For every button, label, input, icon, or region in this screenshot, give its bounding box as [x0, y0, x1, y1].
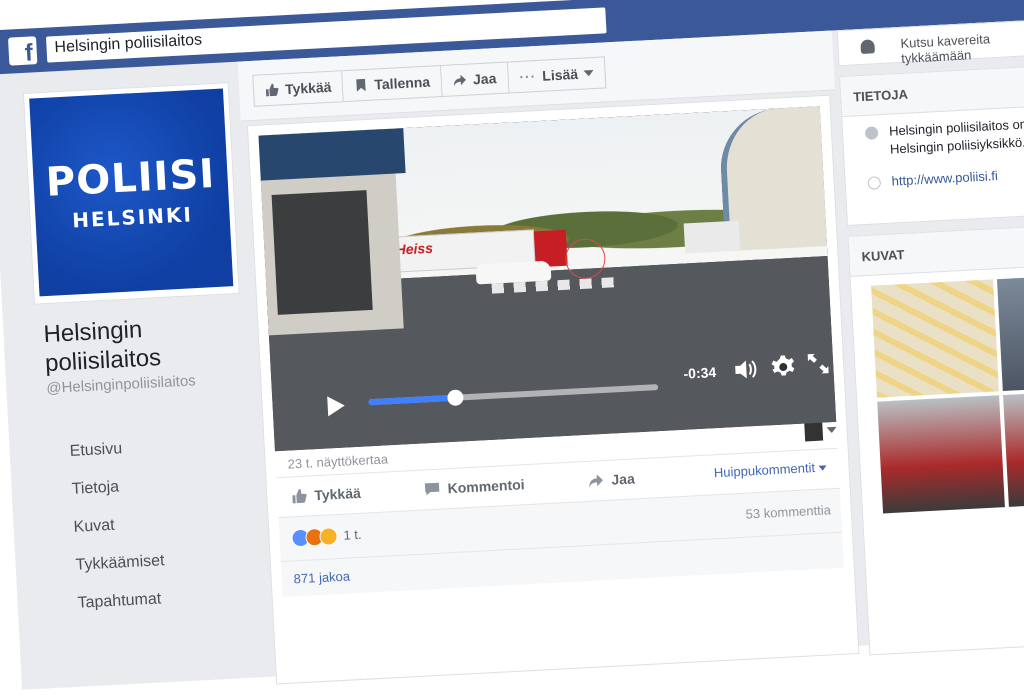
- comment-icon: [425, 482, 440, 495]
- post-like-button[interactable]: Tykkää: [291, 484, 361, 504]
- thumbs-up-icon: [265, 83, 279, 97]
- top-comments-label: Huippukommentit: [713, 459, 816, 481]
- profile-picture-frame[interactable]: POLIISI HELSINKI: [22, 82, 240, 305]
- right-column: Kutsu kavereita tykkäämään TIETOJA Helsi…: [836, 17, 1024, 656]
- invite-friends-label: Kutsu kavereita tykkäämään: [900, 31, 991, 66]
- comments-count[interactable]: 53 kommenttia: [745, 502, 831, 521]
- comment-label: Kommentoi: [447, 475, 525, 496]
- video-post: Heiss -0:34 23 t. näyttökertaa Tykkää Ko…: [246, 94, 860, 685]
- video-frame-awning: [258, 128, 406, 181]
- profile-picture-title: POLIISI: [44, 151, 217, 206]
- share-arrow-icon: [454, 74, 467, 87]
- facebook-page-screenshot: f Helsingin poliisilaitos POLIISI HELSIN…: [0, 0, 1024, 690]
- video-frame-building-left: [258, 128, 406, 336]
- volume-icon[interactable]: [733, 358, 760, 381]
- chevron-down-icon: [583, 70, 595, 77]
- nav-item-tapahtumat[interactable]: Tapahtumat: [77, 580, 168, 623]
- save-label: Tallenna: [373, 73, 431, 93]
- share-arrow-icon: [589, 473, 604, 488]
- website-link[interactable]: http://www.poliisi.fi: [891, 168, 998, 189]
- more-label: Lisää: [541, 65, 579, 84]
- person-add-icon: [860, 39, 875, 55]
- more-button[interactable]: ··· Lisää: [507, 56, 607, 94]
- thumbs-up-icon: [292, 488, 307, 503]
- profile-picture-subtitle: HELSINKI: [71, 202, 194, 233]
- about-card: TIETOJA Helsingin poliisilaitos on Helsi…: [839, 64, 1024, 226]
- more-dots-icon: ···: [518, 68, 537, 85]
- nav-item-tykkaamiset[interactable]: Tykkäämiset: [75, 542, 166, 585]
- post-share-button[interactable]: Jaa: [588, 470, 635, 488]
- view-count: 23 t. näyttökertaa: [287, 451, 389, 472]
- reactions-count[interactable]: 1 t.: [343, 527, 362, 543]
- nav-item-kuvat[interactable]: Kuvat: [73, 504, 164, 547]
- truck-logo-text: Heiss: [395, 239, 434, 258]
- about-description: Helsingin poliisilaitos on Helsingin pol…: [888, 116, 1024, 157]
- page-navigation: Etusivu Tietoja Kuvat Tykkäämiset Tapaht…: [69, 428, 168, 622]
- photo-thumbnail-person[interactable]: [877, 395, 1005, 514]
- photos-card: KUVAT: [847, 223, 1024, 656]
- video-frame-window: [271, 190, 373, 315]
- video-time-remaining: -0:34: [683, 364, 717, 382]
- photos-card-title: KUVAT: [848, 224, 1024, 277]
- save-button[interactable]: Tallenna: [342, 64, 443, 103]
- facebook-logo-icon[interactable]: f: [7, 36, 38, 66]
- play-icon[interactable]: [324, 393, 347, 418]
- page-share-button[interactable]: Jaa: [441, 61, 510, 97]
- profile-picture[interactable]: POLIISI HELSINKI: [29, 88, 234, 297]
- left-column: POLIISI HELSINKI Helsingin poliisilaitos…: [12, 62, 264, 693]
- photo-thumbnail-person[interactable]: [1003, 388, 1024, 507]
- sad-reaction-icon[interactable]: [319, 527, 338, 547]
- photo-thumbnail-street[interactable]: [996, 272, 1024, 392]
- comment-button[interactable]: Kommentoi: [424, 476, 525, 497]
- photo-thumbnail-map[interactable]: [871, 279, 999, 398]
- globe-icon: [867, 176, 882, 190]
- info-icon: [864, 126, 879, 140]
- bookmark-icon: [356, 78, 367, 92]
- nav-item-tietoja[interactable]: Tietoja: [71, 466, 162, 509]
- page-like-label: Tykkää: [284, 78, 332, 98]
- post-share-label: Jaa: [610, 469, 636, 488]
- chevron-down-icon: [818, 465, 827, 471]
- photos-grid: [871, 272, 1024, 514]
- settings-gear-icon[interactable]: [771, 354, 796, 379]
- fullscreen-icon[interactable]: [807, 352, 830, 375]
- post-like-label: Tykkää: [313, 484, 362, 503]
- nav-item-etusivu[interactable]: Etusivu: [69, 428, 160, 471]
- top-comments-dropdown[interactable]: Huippukommentit: [714, 459, 827, 480]
- page-share-label: Jaa: [472, 70, 497, 88]
- page-title[interactable]: Helsingin poliisilaitos: [43, 310, 246, 378]
- post-as-avatar[interactable]: [804, 422, 824, 442]
- page-like-button[interactable]: Tykkää: [252, 70, 345, 107]
- video-frame-bus: [683, 220, 741, 254]
- post-as-chevron-icon[interactable]: [826, 426, 837, 434]
- video-player[interactable]: Heiss -0:34: [258, 106, 837, 452]
